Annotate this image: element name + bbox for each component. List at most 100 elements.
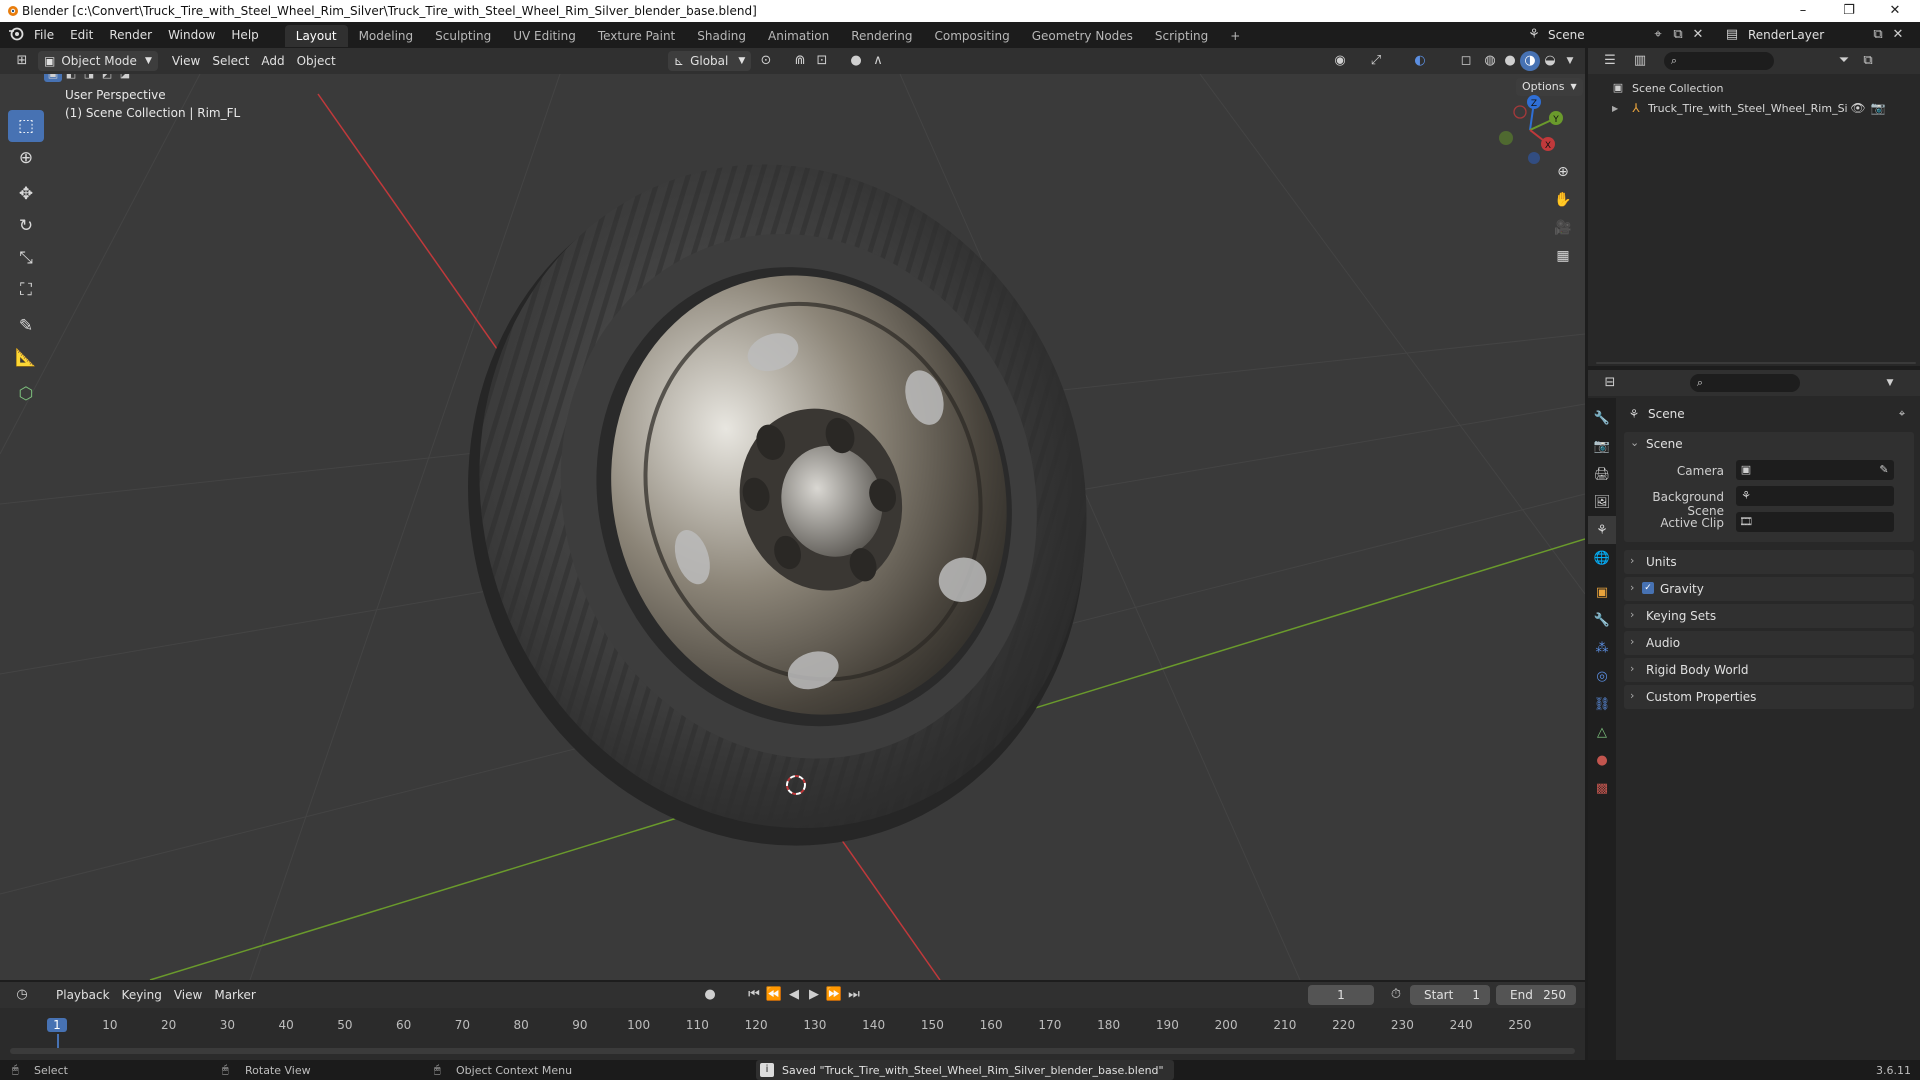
tab-shading[interactable]: Shading bbox=[686, 25, 757, 47]
editor-type-icon[interactable]: ◷ bbox=[12, 985, 32, 1005]
xray-toggle-icon[interactable]: ◻ bbox=[1456, 51, 1476, 71]
tab-texture-paint[interactable]: Texture Paint bbox=[587, 25, 686, 47]
delete-scene-icon[interactable]: ✕ bbox=[1688, 25, 1708, 45]
tab-layout[interactable]: Layout bbox=[284, 25, 348, 47]
hand-pan-icon[interactable]: ✋ bbox=[1550, 186, 1576, 214]
keying-sets-panel[interactable]: › Keying Sets bbox=[1624, 604, 1914, 628]
overlays-toggle-icon[interactable]: ◐ bbox=[1410, 51, 1430, 71]
gravity-panel[interactable]: › ✓ Gravity bbox=[1624, 577, 1914, 601]
annotate-tool-icon[interactable]: ✎ bbox=[8, 310, 44, 342]
menu-render[interactable]: Render bbox=[101, 22, 160, 48]
minimize-button[interactable]: – bbox=[1780, 0, 1826, 22]
delete-view-layer-icon[interactable]: ✕ bbox=[1888, 25, 1908, 45]
playhead-line[interactable] bbox=[57, 1034, 59, 1048]
outliner-row-object[interactable]: ▶ ⅄ Truck_Tire_with_Steel_Wheel_Rim_Silv… bbox=[1588, 98, 1920, 118]
snap-icon[interactable]: ⋒ bbox=[790, 51, 810, 71]
scene-tab-icon[interactable]: ⚘ bbox=[1588, 516, 1616, 544]
menu-add[interactable]: Add bbox=[255, 51, 290, 71]
properties-search-input[interactable]: ⌕ bbox=[1690, 374, 1800, 392]
select-invert-icon[interactable]: ◩ bbox=[98, 74, 116, 82]
eyedropper-icon[interactable]: ✎ bbox=[1874, 460, 1894, 480]
select-subtract-icon[interactable]: ◨ bbox=[80, 74, 98, 82]
expand-arrow-icon[interactable]: ▶ bbox=[1612, 104, 1626, 113]
jump-end-icon[interactable]: ⏭ bbox=[844, 985, 864, 1005]
new-view-layer-icon[interactable]: ⧉ bbox=[1868, 25, 1888, 45]
select-extend-icon[interactable]: ◧ bbox=[62, 74, 80, 82]
proportional-edit-icon[interactable]: ● bbox=[846, 51, 866, 71]
select-new-icon[interactable]: ▣ bbox=[44, 74, 62, 82]
cursor-tool-icon[interactable]: ⊕ bbox=[8, 142, 44, 174]
tab-compositing[interactable]: Compositing bbox=[923, 25, 1020, 47]
world-tab-icon[interactable]: 🌐 bbox=[1588, 544, 1616, 572]
scene-selector[interactable]: ⚘ Scene ⌖ ⧉ ✕ bbox=[1524, 25, 1708, 45]
outliner-row-scene-collection[interactable]: ▣ Scene Collection bbox=[1588, 78, 1920, 98]
move-tool-icon[interactable]: ✥ bbox=[8, 178, 44, 210]
add-cube-tool-icon[interactable]: ⬡ bbox=[8, 378, 44, 410]
eye-visibility-icon[interactable]: 👁 bbox=[1848, 98, 1868, 118]
tab-scripting[interactable]: Scripting bbox=[1144, 25, 1219, 47]
pin-icon[interactable]: ⌖ bbox=[1648, 25, 1668, 45]
active-clip-field[interactable]: 🎞 bbox=[1736, 512, 1894, 532]
object-tab-icon[interactable]: ▣ bbox=[1588, 578, 1616, 606]
transform-orientation-selector[interactable]: ⊾ Global ▼ bbox=[668, 51, 752, 71]
outliner-scrollbar[interactable] bbox=[1596, 362, 1916, 364]
editor-type-icon[interactable]: ⊟ bbox=[1600, 373, 1620, 393]
texture-tab-icon[interactable]: ▩ bbox=[1588, 774, 1616, 802]
audio-panel[interactable]: › Audio bbox=[1624, 631, 1914, 655]
mode-selector[interactable]: ▣ Object Mode ▼ bbox=[38, 51, 158, 71]
editor-type-icon[interactable]: ☰ bbox=[1600, 51, 1620, 71]
rotate-tool-icon[interactable]: ↻ bbox=[8, 210, 44, 242]
close-button[interactable]: ✕ bbox=[1872, 0, 1918, 22]
menu-file[interactable]: File bbox=[26, 22, 62, 48]
select-box-tool-icon[interactable]: ⬚ bbox=[8, 110, 44, 142]
falloff-icon[interactable]: ∧ bbox=[868, 51, 888, 71]
camera-render-icon[interactable]: 📷 bbox=[1868, 98, 1888, 118]
maximize-button[interactable]: ❐ bbox=[1826, 0, 1872, 22]
scale-tool-icon[interactable]: ⤡ bbox=[8, 242, 44, 274]
tab-sculpting[interactable]: Sculpting bbox=[424, 25, 502, 47]
rendered-shading-icon[interactable]: ◒ bbox=[1540, 51, 1560, 71]
constraints-tab-icon[interactable]: ⛓ bbox=[1588, 690, 1616, 718]
shading-options-chevron-icon[interactable]: ▼ bbox=[1560, 51, 1580, 71]
editor-type-icon[interactable]: ⊞ bbox=[12, 51, 32, 71]
material-preview-shading-icon[interactable]: ◑ bbox=[1520, 51, 1540, 71]
end-frame-field[interactable]: End 250 bbox=[1496, 985, 1576, 1005]
gizmo-toggle-icon[interactable]: ⤢ bbox=[1366, 51, 1386, 71]
preview-range-icon[interactable]: ⏱ bbox=[1386, 985, 1406, 1005]
tool-tab-icon[interactable]: 🔧 bbox=[1588, 404, 1616, 432]
modifier-tab-icon[interactable]: 🔧 bbox=[1588, 606, 1616, 634]
jump-start-icon[interactable]: ⏮ bbox=[744, 985, 764, 1005]
new-collection-icon[interactable]: ⧉ bbox=[1858, 51, 1878, 71]
menu-edit[interactable]: Edit bbox=[62, 22, 101, 48]
chevron-down-icon[interactable]: ⌄ bbox=[1630, 436, 1639, 449]
tab-modeling[interactable]: Modeling bbox=[348, 25, 425, 47]
outliner-search-input[interactable]: ⌕ bbox=[1664, 52, 1774, 70]
blender-menu-icon[interactable] bbox=[6, 25, 26, 45]
pin-icon[interactable]: ⌖ bbox=[1892, 404, 1912, 424]
zoom-icon[interactable]: ⊕ bbox=[1550, 158, 1576, 186]
tab-animation[interactable]: Animation bbox=[757, 25, 840, 47]
rigid-body-world-panel[interactable]: › Rigid Body World bbox=[1624, 658, 1914, 682]
menu-marker[interactable]: Marker bbox=[208, 985, 261, 1005]
jump-keyframe-back-icon[interactable]: ⏪ bbox=[764, 985, 784, 1005]
measure-tool-icon[interactable]: 📐 bbox=[8, 342, 44, 374]
menu-window[interactable]: Window bbox=[160, 22, 223, 48]
view-layer-selector[interactable]: ▤ RenderLayer ⧉ ✕ bbox=[1722, 25, 1908, 45]
chevron-down-icon[interactable]: ▼ bbox=[1880, 373, 1900, 393]
menu-help[interactable]: Help bbox=[223, 22, 266, 48]
tire-model[interactable] bbox=[380, 85, 1177, 927]
menu-select[interactable]: Select bbox=[206, 51, 255, 71]
wireframe-shading-icon[interactable]: ◍ bbox=[1480, 51, 1500, 71]
jump-keyframe-forward-icon[interactable]: ⏩ bbox=[824, 985, 844, 1005]
output-tab-icon[interactable]: 🖨 bbox=[1588, 460, 1616, 488]
menu-view[interactable]: View bbox=[166, 51, 206, 71]
camera-field[interactable]: ▣ ✎ bbox=[1736, 460, 1894, 480]
solid-shading-icon[interactable]: ● bbox=[1500, 51, 1520, 71]
visibility-selector-icon[interactable]: ◉ bbox=[1330, 51, 1350, 71]
menu-view[interactable]: View bbox=[168, 985, 208, 1005]
custom-properties-panel[interactable]: › Custom Properties bbox=[1624, 685, 1914, 709]
play-reverse-icon[interactable]: ◀ bbox=[784, 985, 804, 1005]
gravity-checkbox[interactable]: ✓ bbox=[1642, 582, 1654, 594]
3d-viewport[interactable]: User Perspective (1) Scene Collection | … bbox=[0, 74, 1585, 980]
tab-geometry-nodes[interactable]: Geometry Nodes bbox=[1021, 25, 1144, 47]
